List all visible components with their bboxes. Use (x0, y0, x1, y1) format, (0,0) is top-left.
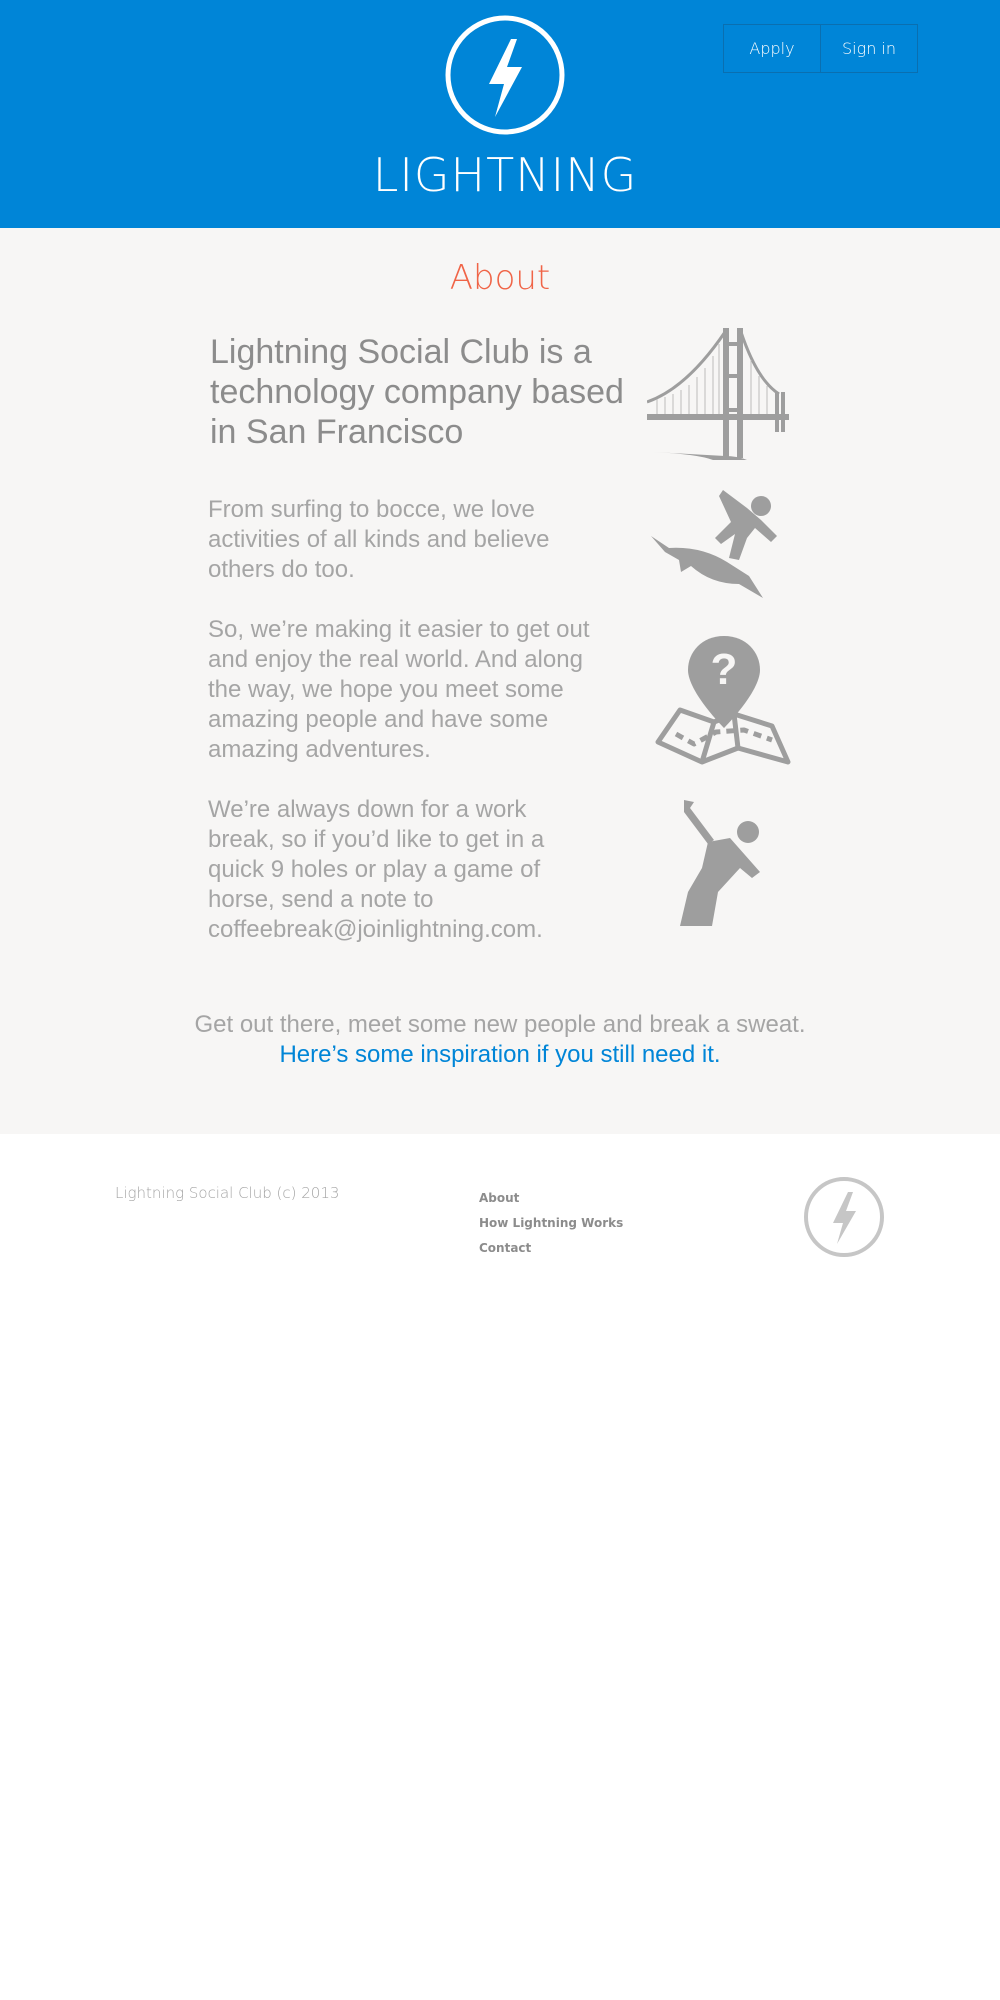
footer-link-about[interactable]: About (479, 1186, 623, 1211)
footer-link-how-lightning-works[interactable]: How Lightning Works (479, 1211, 623, 1236)
header-nav: Apply Sign in (723, 24, 918, 73)
closing-message: Get out there, meet some new people and … (0, 1010, 1000, 1070)
golfer-icon (680, 800, 760, 926)
closing-text: Get out there, meet some new people and … (194, 1011, 806, 1038)
shark-surfer-icon (651, 490, 777, 598)
lead-text: Lightning Social Club is a technology co… (210, 333, 624, 451)
about-section: About Lightning Social Club is a technol… (0, 228, 1000, 1134)
paragraph-coffee-break: We’re always down for a work break, so i… (208, 796, 545, 943)
map-question-icon: ? (655, 636, 791, 765)
footer-nav: About How Lightning Works Contact (479, 1186, 623, 1261)
golden-gate-bridge-icon (647, 328, 789, 460)
brand-name: LIGHTNING (372, 148, 638, 202)
page-title: About (449, 258, 551, 298)
sign-in-button[interactable]: Sign in (820, 25, 917, 72)
inspiration-link[interactable]: Here’s some inspiration if you still nee… (0, 1040, 1000, 1070)
paragraph-activities: From surfing to bocce, we love activitie… (208, 496, 550, 583)
site-header: LIGHTNING Apply Sign in (0, 0, 1000, 228)
apply-button[interactable]: Apply (724, 25, 820, 72)
site-footer: Lightning Social Club (c) 2013 About How… (0, 1134, 1000, 2000)
footer-link-contact[interactable]: Contact (479, 1236, 623, 1261)
lightning-bolt-icon[interactable] (803, 1176, 885, 1258)
paragraph-mission: So, we’re making it easier to get out an… (208, 616, 590, 763)
copyright-text: Lightning Social Club (c) 2013 (115, 1184, 340, 1202)
lightning-bolt-icon[interactable] (445, 15, 565, 135)
svg-text:?: ? (711, 645, 738, 694)
